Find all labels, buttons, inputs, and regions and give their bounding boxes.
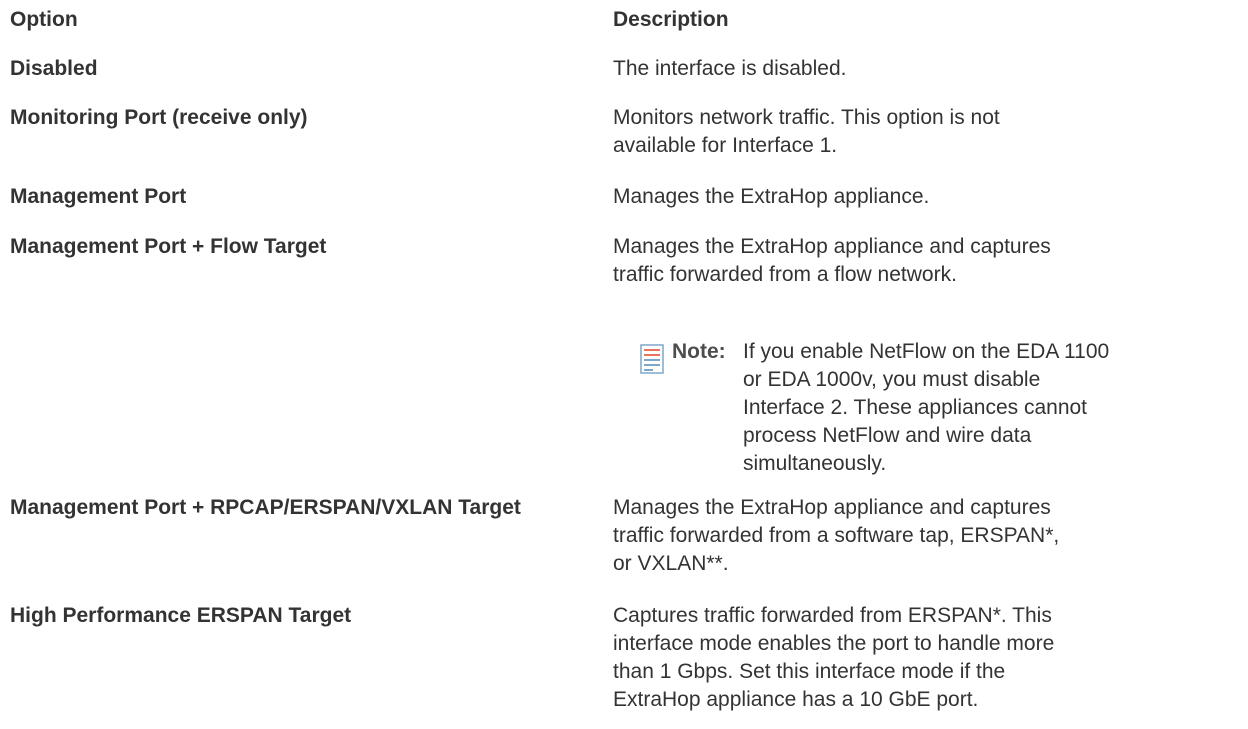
option-column-header: Option <box>10 8 78 31</box>
description-monitoring-port: Monitors network traffic. This option is… <box>613 106 1000 157</box>
description-disabled: The interface is disabled. <box>613 57 847 80</box>
note-label: Note: <box>672 340 726 363</box>
option-disabled: Disabled <box>10 57 98 80</box>
option-monitoring-port: Monitoring Port (receive only) <box>10 106 308 129</box>
description-management-port-rpcap-target: Manages the ExtraHop appliance and captu… <box>613 496 1060 575</box>
description-column-header: Description <box>613 8 729 31</box>
interface-mode-table: Option Description Disabled The interfac… <box>0 0 1248 729</box>
option-management-port-rpcap-target: Management Port + RPCAP/ERSPAN/VXLAN Tar… <box>10 496 521 519</box>
description-management-port: Manages the ExtraHop appliance. <box>613 185 930 208</box>
note-callout: Note: If you enable NetFlow on the EDA 1… <box>640 338 1160 478</box>
option-management-port: Management Port <box>10 185 187 208</box>
option-high-performance-erspan: High Performance ERSPAN Target <box>10 604 352 627</box>
option-management-port-flow-target: Management Port + Flow Target <box>10 235 327 258</box>
description-high-performance-erspan: Captures traffic forwarded from ERSPAN*.… <box>613 604 1055 711</box>
note-icon <box>640 344 664 374</box>
note-text: If you enable NetFlow on the EDA 1100 or… <box>743 340 1110 475</box>
description-management-port-flow-target: Manages the ExtraHop appliance and captu… <box>613 235 1051 286</box>
